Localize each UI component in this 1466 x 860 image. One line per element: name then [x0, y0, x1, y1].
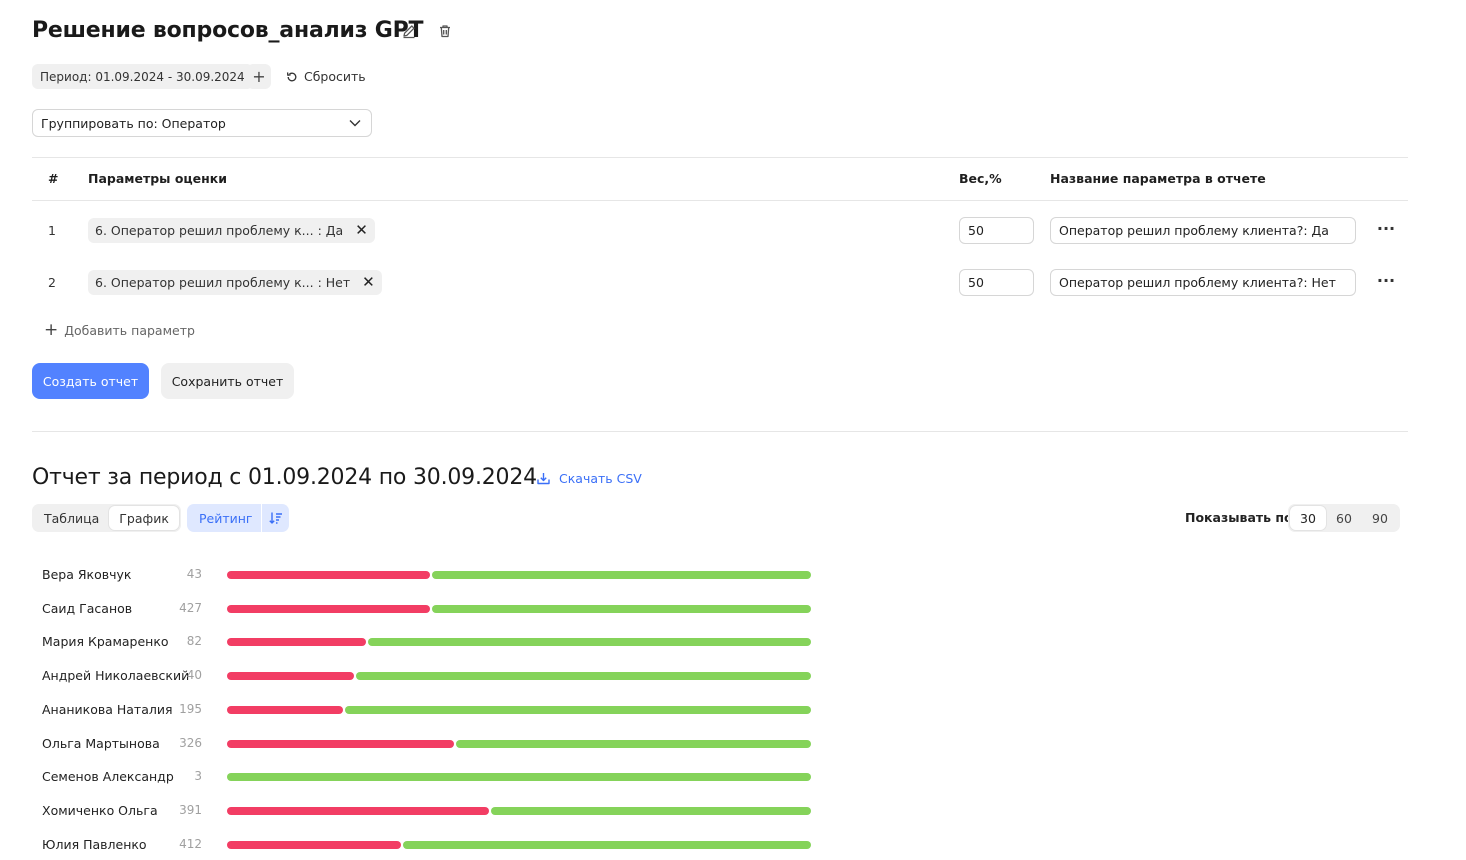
period-filter-chip[interactable]: Период: 01.09.2024 - 30.09.2024 — [32, 64, 253, 89]
bar-segment-negative — [227, 840, 402, 849]
close-icon[interactable]: ✕ — [355, 223, 368, 238]
bar-segment-negative — [227, 604, 431, 613]
page-size-90[interactable]: 90 — [1362, 506, 1398, 530]
chart-row: Саид Гасанов 427 — [0, 599, 1466, 619]
operator-count: 326 — [179, 735, 202, 750]
tab-table[interactable]: Таблица — [34, 506, 109, 530]
add-parameter-label: Добавить параметр — [64, 322, 195, 338]
more-icon[interactable]: ··· — [1374, 271, 1398, 290]
bar-segment-positive — [455, 739, 811, 748]
more-icon[interactable]: ··· — [1374, 219, 1398, 238]
download-csv-link[interactable]: Скачать CSV — [536, 468, 642, 488]
operator-name: Мария Крамаренко — [42, 634, 169, 650]
chart-row: Ананикова Наталия 195 — [0, 700, 1466, 720]
page-title: Решение вопросов_анализ GPT — [32, 18, 424, 43]
operator-count: 40 — [186, 668, 202, 683]
download-icon — [537, 472, 550, 484]
close-icon[interactable]: ✕ — [362, 275, 375, 290]
download-csv-label: Скачать CSV — [559, 470, 642, 486]
save-report-button[interactable]: Сохранить отчет — [161, 363, 294, 399]
operator-name: Саид Гасанов — [42, 600, 133, 616]
bar-segment-positive — [368, 638, 811, 647]
pencil-icon[interactable] — [398, 20, 420, 42]
rating-button[interactable]: Рейтинг — [187, 504, 265, 532]
create-report-button[interactable]: Создать отчет — [32, 363, 149, 399]
report-name-input[interactable] — [1050, 269, 1356, 296]
operator-name: Ананикова Наталия — [42, 701, 173, 717]
group-by-select[interactable]: Группировать по: Оператор — [32, 109, 372, 137]
operator-count: 43 — [186, 567, 202, 581]
bar-segment-negative — [227, 806, 489, 815]
section-divider — [32, 431, 1408, 432]
weight-input[interactable] — [959, 217, 1034, 244]
header-report-name: Название параметра в отчете — [1050, 171, 1266, 186]
page-size-switch: 30 60 90 — [1288, 504, 1400, 532]
bar-segment-positive — [344, 705, 811, 714]
operator-name: Хомиченко Ольга — [42, 802, 158, 818]
chart-row: Юлия Павленко 412 — [0, 835, 1466, 855]
bar-segment-negative — [227, 739, 454, 748]
weight-input[interactable] — [959, 269, 1034, 296]
operator-name: Семенов Александр — [42, 769, 174, 785]
bar-segment-negative — [227, 571, 431, 579]
table-header-divider — [32, 200, 1408, 201]
chart-row: Хомиченко Ольга 391 — [0, 801, 1466, 821]
operator-count: 391 — [179, 802, 202, 817]
operator-count: 427 — [179, 600, 202, 615]
operator-name: Ольга Мартынова — [42, 735, 160, 751]
chart-row: Мария Крамаренко 82 — [0, 632, 1466, 652]
operator-name: Андрей Николаевский — [42, 668, 190, 684]
param-chip[interactable]: 6. Оператор решил проблему к... : Да ✕ — [88, 218, 375, 243]
operator-name: Юлия Павленко — [42, 836, 147, 852]
report-name-input[interactable] — [1050, 217, 1356, 244]
page-size-60[interactable]: 60 — [1326, 506, 1362, 530]
row-number: 1 — [48, 223, 56, 238]
header-num: # — [48, 171, 59, 186]
table-top-divider — [32, 157, 1408, 158]
bar-segment-negative — [227, 638, 367, 647]
bar-segment-positive — [403, 840, 811, 849]
chart-row: Андрей Николаевский 40 — [0, 666, 1466, 686]
param-chip-label: 6. Оператор решил проблему к... : Да — [95, 223, 344, 238]
operator-count: 195 — [179, 701, 202, 716]
group-by-label: Группировать по: Оператор — [41, 115, 226, 131]
bar-segment-positive — [432, 604, 811, 613]
param-chip-label: 6. Оператор решил проблему к... : Нет — [95, 275, 351, 290]
reset-button[interactable]: Сбросить — [286, 64, 366, 89]
chart-row: Вера Яковчук 43 — [0, 565, 1466, 585]
add-parameter-button[interactable]: + Добавить параметр — [44, 320, 195, 340]
reset-label: Сбросить — [304, 69, 366, 84]
trash-icon[interactable] — [434, 20, 456, 42]
bar-segment-positive — [490, 806, 811, 815]
report-title: Отчет за период с 01.09.2024 по 30.09.20… — [32, 465, 537, 490]
bar-segment-positive — [432, 571, 811, 579]
bar-segment-positive — [356, 672, 811, 681]
chart-row: Ольга Мартынова 326 — [0, 734, 1466, 754]
add-filter-button[interactable]: + — [247, 64, 271, 89]
bar-segment-negative — [227, 705, 343, 714]
header-weight: Вес,% — [959, 171, 1002, 186]
bar-segment-positive — [227, 773, 811, 782]
view-switch: Таблица График — [32, 504, 181, 532]
tab-chart[interactable]: График — [109, 506, 179, 530]
plus-icon: + — [44, 320, 59, 340]
refresh-icon — [286, 71, 297, 81]
header-params: Параметры оценки — [88, 171, 228, 186]
param-chip[interactable]: 6. Оператор решил проблему к... : Нет ✕ — [88, 270, 382, 295]
chevron-down-icon — [349, 120, 361, 127]
chart-row: Семенов Александр 3 — [0, 767, 1466, 787]
operator-count: 3 — [194, 769, 202, 784]
sort-icon[interactable] — [261, 504, 289, 532]
operator-name: Вера Яковчук — [42, 567, 132, 582]
bar-segment-negative — [227, 672, 355, 681]
row-number: 2 — [48, 275, 56, 290]
operator-count: 412 — [179, 836, 202, 851]
show-by-label: Показывать по: — [1185, 510, 1298, 525]
operator-count: 82 — [186, 634, 202, 649]
page-size-30[interactable]: 30 — [1290, 506, 1326, 530]
